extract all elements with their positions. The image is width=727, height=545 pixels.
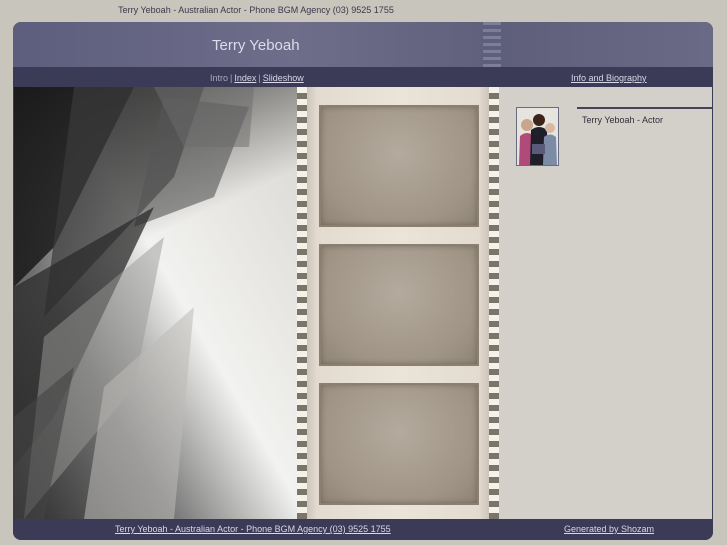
- footer-contact-link[interactable]: Terry Yeboah - Australian Actor - Phone …: [115, 524, 391, 534]
- film-frame-1[interactable]: [319, 105, 479, 227]
- actor-caption: Terry Yeboah - Actor: [582, 115, 664, 125]
- actor-group-photo: [517, 108, 558, 165]
- site-frame: Terry Yeboah Intro | Index | Slideshow Info …: [13, 22, 713, 540]
- site-title: Terry Yeboah: [212, 37, 300, 54]
- nav-bar: Intro | Index | Slideshow Info and Biography: [13, 67, 713, 87]
- nav-info-biography-link[interactable]: Info and Biography: [571, 73, 647, 83]
- nav-slideshow-link[interactable]: Slideshow: [263, 73, 304, 83]
- nav-intro-current: Intro: [210, 73, 229, 83]
- filmstrip-slideshow: [297, 87, 499, 519]
- abstract-artwork: [14, 87, 297, 519]
- footer-shozam-link[interactable]: Generated by Shozam: [564, 524, 654, 534]
- film-sprockets-right: [489, 87, 499, 519]
- film-sprockets-left: [297, 87, 307, 519]
- nav-index-link[interactable]: Index: [234, 73, 256, 83]
- header-banner: Terry Yeboah: [13, 22, 713, 67]
- footer-bar: Terry Yeboah - Australian Actor - Phone …: [13, 519, 713, 540]
- header-film-decoration: [483, 22, 501, 67]
- film-frame-2[interactable]: [319, 244, 479, 366]
- sidebar-divider: [577, 107, 712, 109]
- film-frame-3[interactable]: [319, 383, 479, 505]
- main-content: Terry Yeboah - Actor: [14, 87, 712, 519]
- sidebar: Terry Yeboah - Actor: [499, 87, 712, 519]
- nav-links: Intro | Index | Slideshow: [210, 73, 304, 83]
- abstract-shards-graphic: [14, 87, 254, 519]
- top-caption: Terry Yeboah - Australian Actor - Phone …: [118, 5, 394, 15]
- actor-thumbnail[interactable]: [516, 107, 559, 166]
